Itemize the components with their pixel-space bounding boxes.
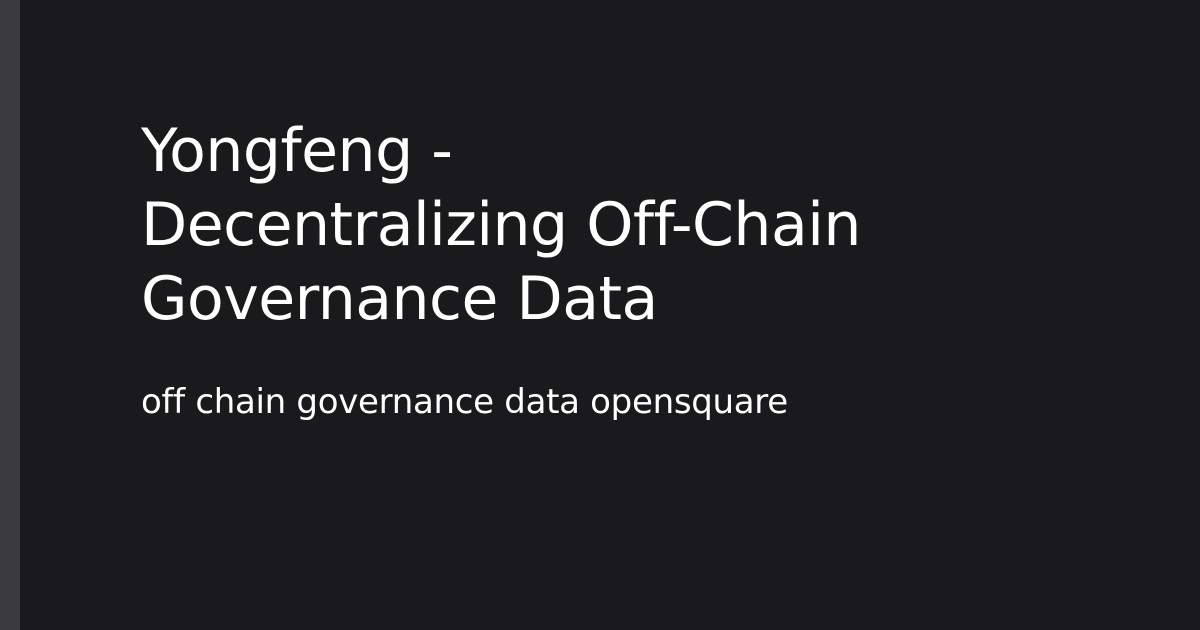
card-content: Yongfeng - Decentralizing Off-Chain Govern… bbox=[141, 114, 1041, 424]
preview-card: Yongfeng - Decentralizing Off-Chain Govern… bbox=[20, 0, 1200, 630]
title-line-2: Decentralizing Off-Chain bbox=[141, 190, 861, 260]
page-subtitle: off chain governance data opensquare bbox=[141, 382, 788, 422]
title-line-1: Yongfeng - bbox=[141, 116, 453, 186]
page-title: Yongfeng - Decentralizing Off-Chain Govern… bbox=[141, 114, 1041, 336]
title-line-3: Governance Data bbox=[141, 264, 658, 334]
left-accent-bar bbox=[0, 0, 20, 630]
